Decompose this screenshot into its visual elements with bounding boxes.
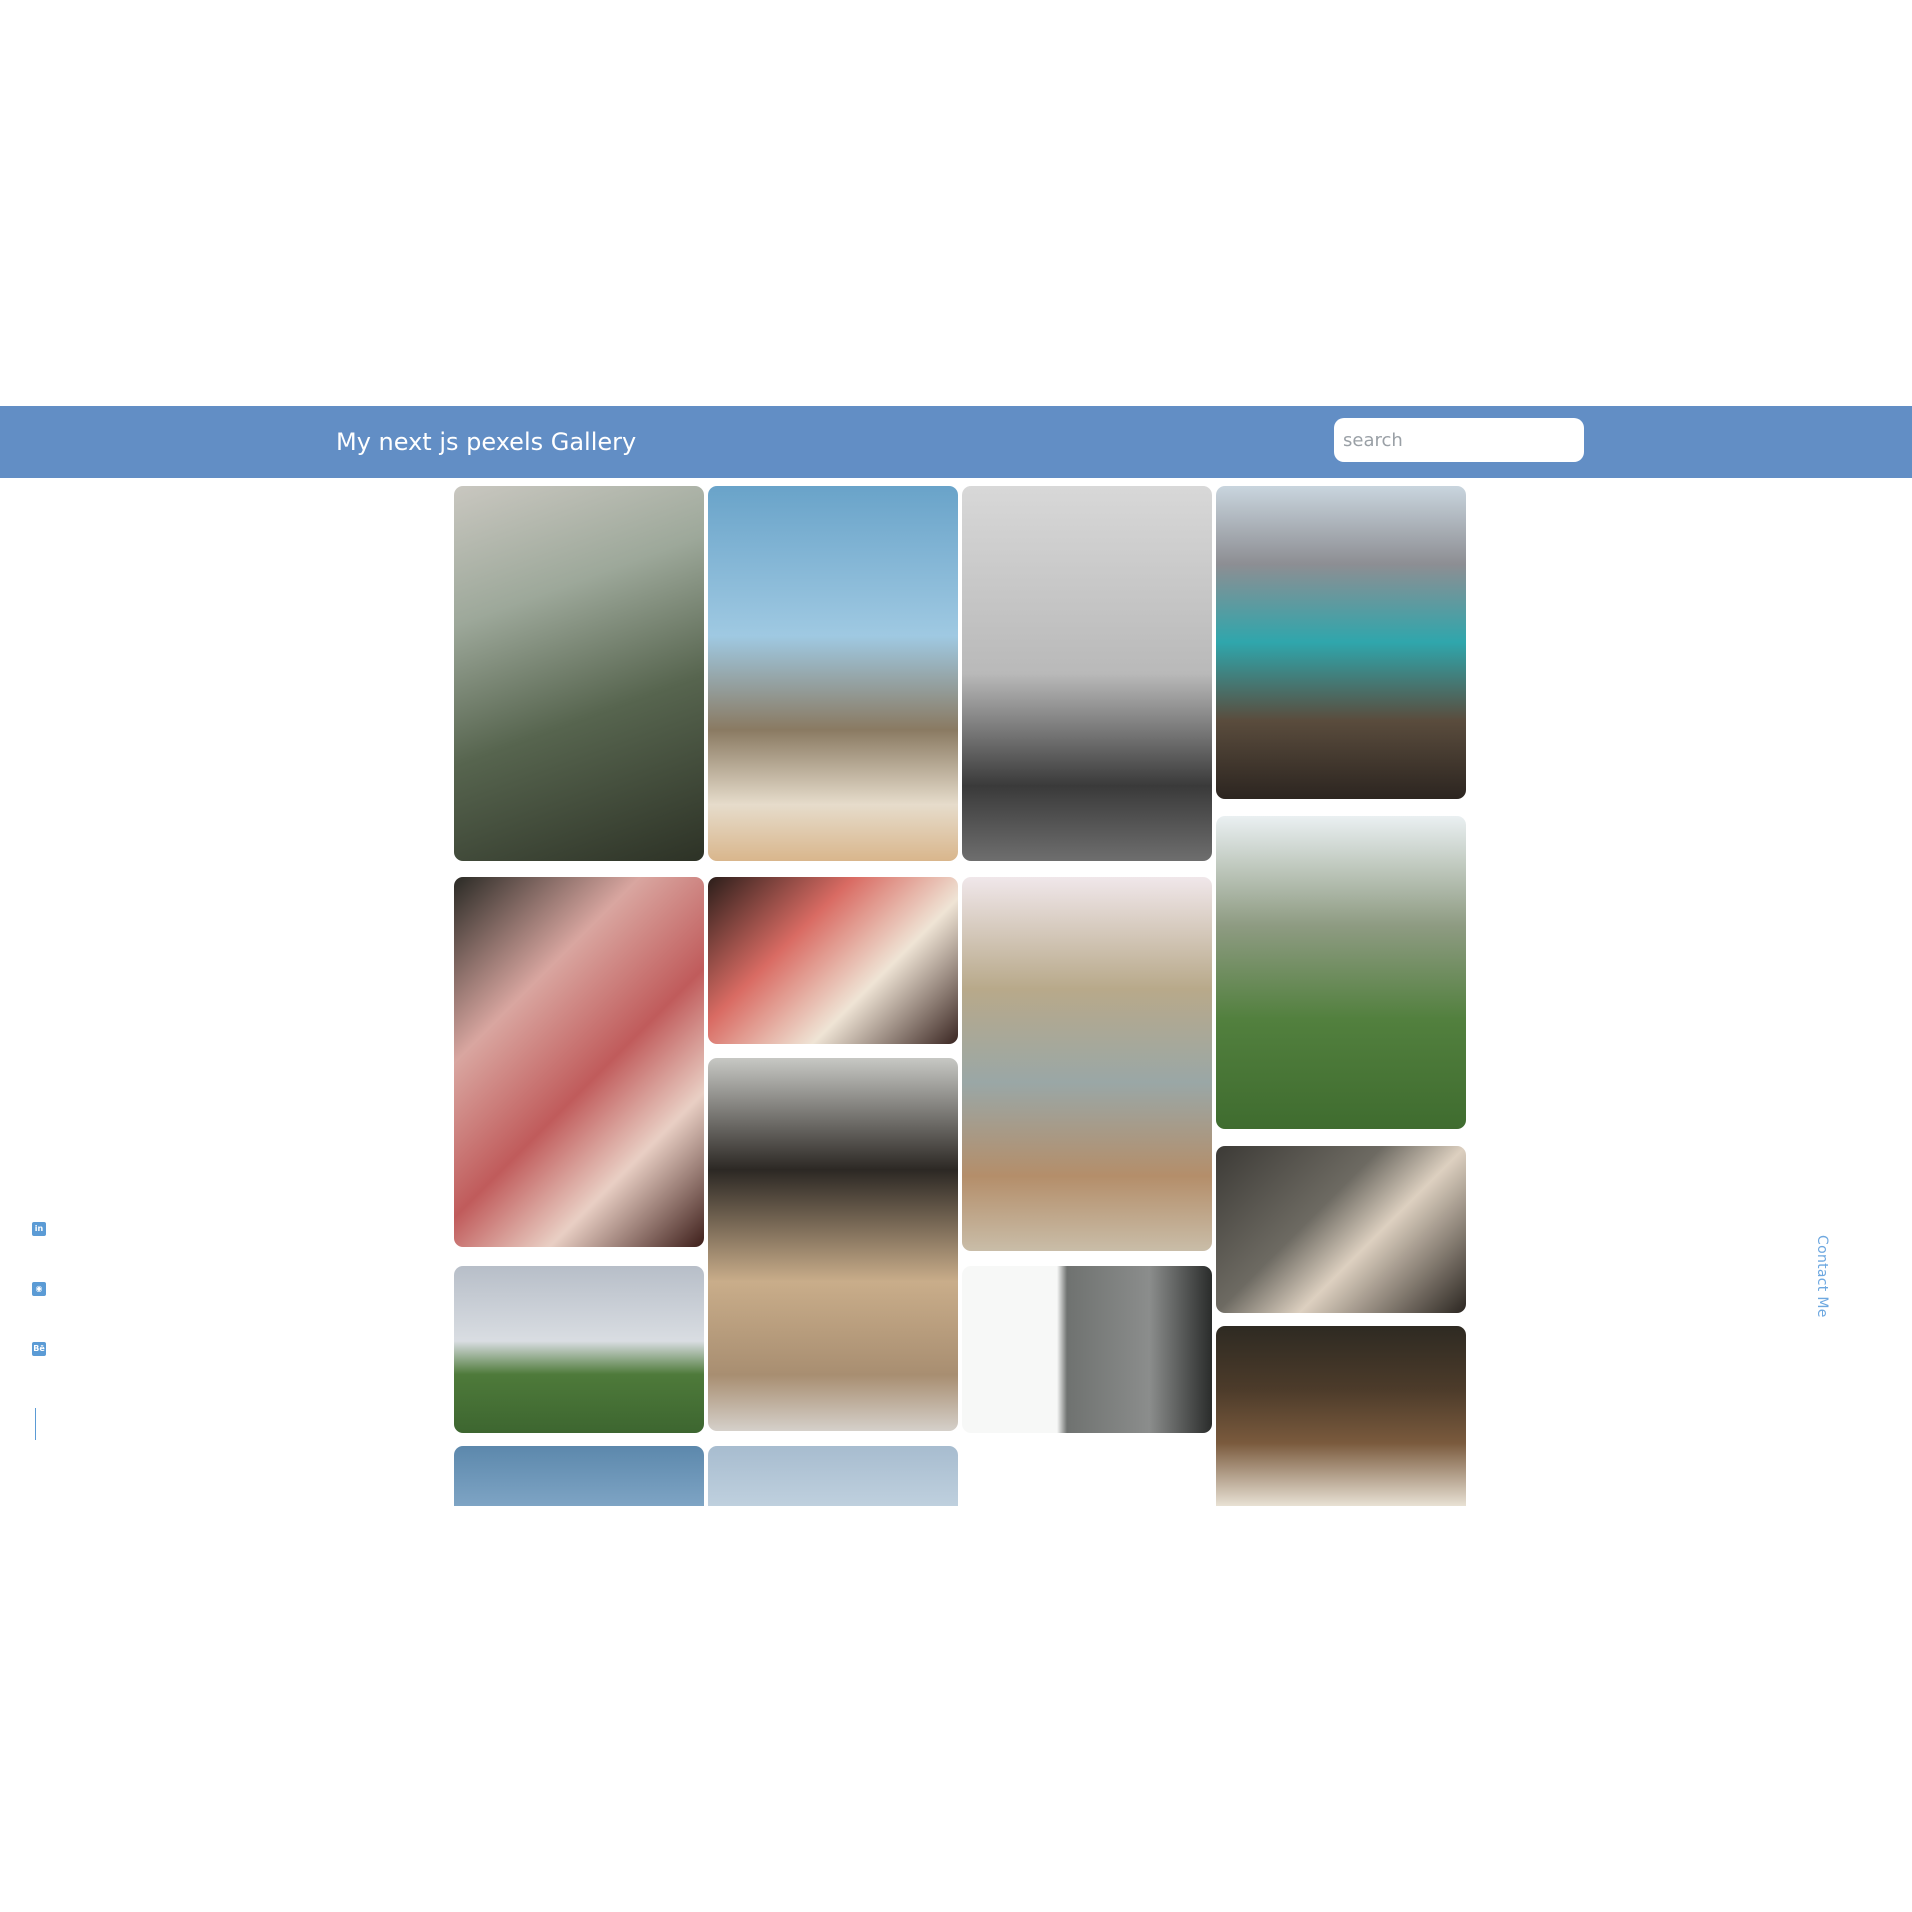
photo-blue-sky-1[interactable]	[454, 1446, 704, 1506]
page: My next js pexels Gallery in ◉ Bē Contac…	[0, 0, 1912, 1912]
photo-blue-sky-2[interactable]	[708, 1446, 958, 1506]
photo-lifeguard-pier[interactable]	[708, 486, 958, 861]
contact-me-link[interactable]: Contact Me	[1806, 1235, 1830, 1319]
photo-crater-lake[interactable]	[1216, 486, 1466, 799]
photo-woman-headphones-coat[interactable]	[708, 1058, 958, 1431]
site-title[interactable]: My next js pexels Gallery	[336, 426, 636, 458]
search-input[interactable]	[1334, 418, 1584, 462]
header-bar: My next js pexels Gallery	[0, 406, 1912, 478]
photo-drink-with-book[interactable]	[708, 877, 958, 1044]
photo-woman-stairs-coffee[interactable]	[1216, 1146, 1466, 1313]
photo-drink-on-pillow[interactable]	[454, 877, 704, 1247]
photo-palm-trees[interactable]	[1216, 816, 1466, 1129]
photo-woman-flowers-road[interactable]	[962, 877, 1212, 1251]
github-icon[interactable]: ◉	[32, 1282, 46, 1296]
photo-bw-palms-hill[interactable]	[962, 1266, 1212, 1433]
photo-curly-hair-woman[interactable]	[1216, 1326, 1466, 1506]
behance-icon[interactable]: Bē	[32, 1342, 46, 1356]
photo-field-running-girl[interactable]	[454, 1266, 704, 1433]
photo-bw-woman-mirror[interactable]	[962, 486, 1212, 861]
social-divider-line	[35, 1408, 36, 1440]
linkedin-icon[interactable]: in	[32, 1222, 46, 1236]
photo-man-in-suit[interactable]	[454, 486, 704, 861]
